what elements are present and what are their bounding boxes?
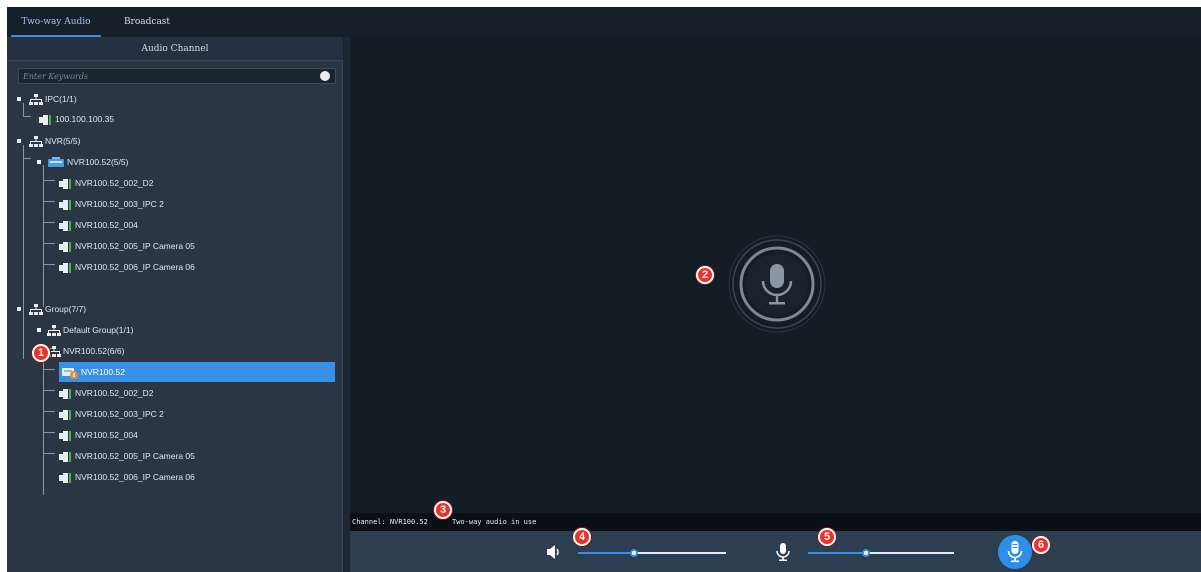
nvr-device-icon: [47, 156, 65, 168]
tree-node-label: NVR100.52_004: [75, 430, 138, 440]
tree-node-nvr[interactable]: NVR(5/5): [17, 131, 217, 151]
callout-4: 4: [573, 528, 591, 546]
microphone-status-icon: [728, 235, 826, 333]
network-group-icon: [29, 135, 43, 147]
search-input[interactable]: [23, 69, 313, 83]
slider-thumb[interactable]: [630, 549, 638, 557]
tree-node-ipc[interactable]: IPC(1/1): [17, 89, 217, 109]
tree-node-channel[interactable]: NVR100.52_002_D2: [57, 173, 257, 193]
tree-node-nvr-subgroup[interactable]: NVR100.52(6/6): [37, 341, 237, 361]
tree-node-channel[interactable]: NVR100.52_006_IP Camera 06: [57, 257, 257, 277]
tab-broadcast[interactable]: Broadcast: [107, 7, 187, 37]
camera-channel-icon: [59, 408, 73, 420]
tree-node-label: 100.100.100.35: [55, 114, 115, 124]
expand-toggle[interactable]: [17, 97, 21, 101]
tree-node-label: NVR100.52_005_IP Camera 05: [75, 451, 195, 461]
tab-bar: Two-way Audio Broadcast: [7, 7, 1201, 37]
network-group-icon: [29, 93, 43, 105]
tree-node-label: NVR100.52_006_IP Camera 06: [75, 472, 195, 482]
camera-channel-icon: [59, 471, 73, 483]
tree-node-channel[interactable]: NVR100.52_003_IPC 2: [57, 194, 257, 214]
tree-node-label: NVR(5/5): [45, 136, 81, 146]
network-group-icon: [29, 303, 43, 315]
status-bar: Channel: NVR100.52 Two-way audio in use: [350, 513, 1201, 531]
expand-toggle[interactable]: [37, 328, 41, 332]
tree-node-channel[interactable]: NVR100.52_002_D2: [57, 383, 257, 403]
callout-3: 3: [434, 501, 452, 519]
camera-channel-icon: [59, 450, 73, 462]
two-way-audio-app: Two-way Audio Broadcast Audio Channel En…: [7, 7, 1201, 572]
network-group-icon: [47, 324, 61, 336]
panel-title: Audio Channel: [7, 37, 343, 61]
expand-toggle[interactable]: [17, 139, 21, 143]
camera-channel-icon: [59, 261, 73, 273]
tree-node-default-group[interactable]: Default Group(1/1): [37, 320, 237, 340]
tree-node-label: NVR100.52_006_IP Camera 06: [75, 262, 195, 272]
tree-node-channel[interactable]: NVR100.52_004: [57, 215, 257, 235]
tree-node-label: Group(7/7): [45, 304, 87, 314]
microphone-volume-slider[interactable]: [808, 549, 954, 557]
tree-node-channel[interactable]: NVR100.52_004: [57, 425, 257, 445]
tree-node-channel[interactable]: NVR100.52_003_IPC 2: [57, 404, 257, 424]
tree-node-label: IPC(1/1): [45, 94, 77, 104]
slider-thumb[interactable]: [862, 549, 870, 557]
camera-channel-icon: [59, 177, 73, 189]
tree-node-label: NVR100.52_003_IPC 2: [75, 199, 164, 209]
audio-channel-panel: Audio Channel Enter Keywords IPC(1/1) 10…: [7, 37, 343, 572]
speaker-icon[interactable]: [546, 544, 562, 560]
status-channel: Channel: NVR100.52: [352, 518, 428, 526]
tree-node-ipc-device[interactable]: 100.100.100.35: [33, 109, 233, 129]
tab-two-way-audio[interactable]: Two-way Audio: [11, 7, 101, 37]
tree-node-label: NVR100.52(6/6): [63, 346, 125, 356]
callout-1: 1: [32, 344, 50, 362]
camera-channel-icon: [39, 113, 53, 125]
tree-node-nvr-device[interactable]: NVR100.52(5/5): [37, 152, 237, 172]
expand-toggle[interactable]: [37, 160, 41, 164]
camera-channel-icon: [59, 219, 73, 231]
audio-viewer: [350, 37, 1201, 513]
tree-node-label: NVR100.52: [81, 367, 125, 377]
tree-node-label: NVR100.52(5/5): [67, 157, 129, 167]
camera-channel-icon: [59, 198, 73, 210]
tree-node-label: NVR100.52_004: [75, 220, 138, 230]
microphone-icon[interactable]: [776, 543, 790, 561]
callout-2: 2: [696, 266, 714, 284]
tree-node-channel[interactable]: NVR100.52_006_IP Camera 06: [57, 467, 257, 487]
tree-node-label: Default Group(1/1): [63, 325, 134, 335]
camera-channel-icon: [59, 387, 73, 399]
camera-channel-icon: [59, 429, 73, 441]
microphone-button-icon: [1007, 541, 1023, 563]
control-bar: [350, 531, 1201, 572]
tree-node-label: NVR100.52_002_D2: [75, 388, 154, 398]
search-icon[interactable]: [320, 71, 330, 81]
tree-node-channel[interactable]: NVR100.52_005_IP Camera 05: [57, 236, 257, 256]
tree-node-label: NVR100.52_002_D2: [75, 178, 154, 188]
search-box: [18, 68, 336, 84]
nvr-audio-icon: [62, 366, 78, 379]
tree-node-label: NVR100.52_005_IP Camera 05: [75, 241, 195, 251]
status-message: Two-way audio in use: [452, 518, 537, 526]
callout-6: 6: [1032, 536, 1050, 554]
two-way-audio-button[interactable]: [998, 535, 1032, 569]
tree-node-selected[interactable]: NVR100.52: [59, 362, 335, 382]
tree-node-group[interactable]: Group(7/7): [17, 299, 217, 319]
slider-fill: [808, 552, 866, 554]
slider-fill: [578, 552, 634, 554]
speaker-volume-slider[interactable]: [578, 549, 726, 557]
tree-node-channel[interactable]: NVR100.52_005_IP Camera 05: [57, 446, 257, 466]
camera-channel-icon: [59, 240, 73, 252]
callout-5: 5: [818, 528, 836, 546]
tree-node-label: NVR100.52_003_IPC 2: [75, 409, 164, 419]
expand-toggle[interactable]: [17, 307, 21, 311]
